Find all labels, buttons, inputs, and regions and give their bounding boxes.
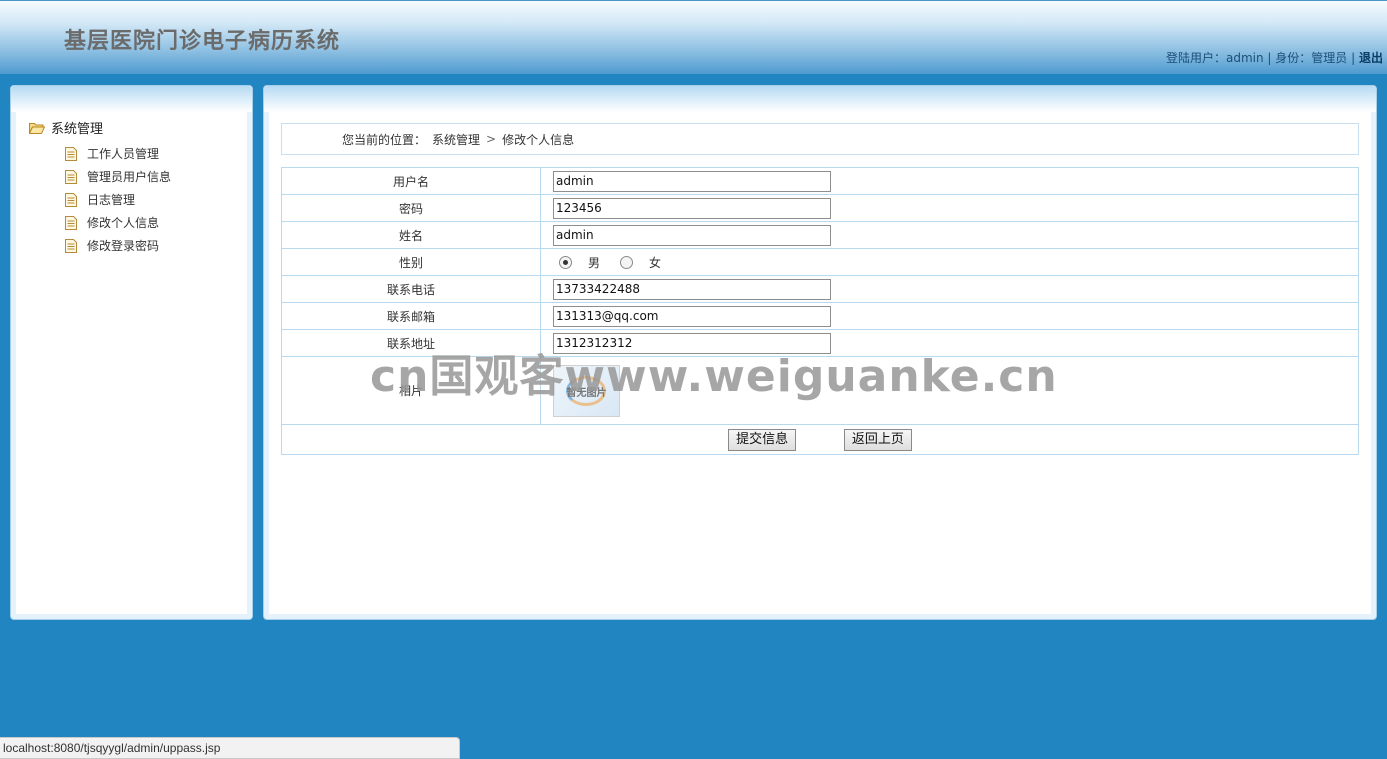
document-icon (65, 146, 77, 161)
password-input[interactable] (553, 197, 831, 219)
gender-radio-group: 男 女 (553, 254, 1358, 271)
breadcrumb-level1: 系统管理 (432, 132, 481, 147)
phone-input[interactable] (553, 278, 831, 300)
name-label: 姓名 (281, 221, 541, 249)
user-info-bar: 登陆用户：admin | 身份：管理员 | 退出 (1166, 49, 1383, 66)
email-input[interactable] (553, 305, 831, 327)
name-input[interactable] (553, 224, 831, 246)
breadcrumb-prefix: 您当前的位置： (342, 132, 427, 147)
sidebar-item-edit-profile[interactable]: 修改个人信息 (65, 211, 171, 234)
gender-female-label: 女 (649, 255, 662, 270)
panel-header-strip (11, 86, 252, 112)
sidebar-root-label: 系统管理 (51, 122, 104, 137)
sidebar-item-log-management[interactable]: 日志管理 (65, 188, 171, 211)
form-row-phone: 联系电话 (281, 275, 1359, 303)
form-row-email: 联系邮箱 (281, 302, 1359, 330)
document-icon (65, 169, 77, 184)
sidebar-item-change-password[interactable]: 修改登录密码 (65, 234, 171, 257)
username-input[interactable] (553, 170, 831, 192)
form-actions-row: 提交信息 返回上页 (281, 424, 1359, 455)
sidebar-item-label: 修改登录密码 (87, 239, 160, 253)
form-row-gender: 性别 男 女 (281, 248, 1359, 276)
profile-form: 用户名 密码 姓名 性别 男 女 联系电话 (281, 167, 1359, 455)
watermark-text: cn国观客www.weiguanke.cn (370, 351, 1058, 402)
app-header: 基层医院门诊电子病历系统 登陆用户：admin | 身份：管理员 | 退出 (0, 0, 1387, 74)
gender-label: 性别 (281, 248, 541, 276)
breadcrumb: 您当前的位置： 系统管理 > 修改个人信息 (281, 123, 1359, 155)
username-label: 用户名 (281, 167, 541, 195)
document-icon (65, 215, 77, 230)
gender-male-label: 男 (588, 255, 601, 270)
gender-male-radio[interactable] (559, 255, 572, 269)
email-label: 联系邮箱 (281, 302, 541, 330)
logout-link[interactable]: 退出 (1359, 51, 1383, 65)
separator: | (1347, 51, 1359, 65)
form-row-name: 姓名 (281, 221, 1359, 249)
app-title: 基层医院门诊电子病历系统 (64, 29, 341, 54)
sidebar-item-label: 修改个人信息 (87, 216, 160, 230)
sidebar-item-label: 管理员用户信息 (87, 170, 172, 184)
document-icon (65, 192, 77, 207)
phone-label: 联系电话 (281, 275, 541, 303)
sidebar-item-staff-management[interactable]: 工作人员管理 (65, 142, 171, 165)
user-prefix: 登陆用户： (1165, 51, 1226, 65)
form-row-username: 用户名 (281, 167, 1359, 195)
panel-header-strip (264, 86, 1376, 112)
role-prefix: 身份： (1275, 51, 1312, 65)
current-role: 管理员 (1311, 51, 1348, 65)
gender-female-radio[interactable] (620, 255, 634, 269)
sidebar-panel: 系统管理 工作人员管理 管理员用户信息 日志管理 修改个人信息 修改登录密码 (10, 85, 253, 620)
sidebar-root-system-management[interactable]: 系统管理 (29, 118, 103, 137)
password-label: 密码 (281, 194, 541, 222)
sidebar-item-admin-users[interactable]: 管理员用户信息 (65, 165, 171, 188)
document-icon (65, 238, 77, 253)
back-button[interactable]: 返回上页 (843, 428, 912, 451)
browser-status-url: localhost:8080/tjsqyygl/admin/uppass.jsp (0, 737, 460, 759)
breadcrumb-level2: 修改个人信息 (502, 132, 575, 147)
open-folder-icon (29, 122, 45, 134)
form-row-password: 密码 (281, 194, 1359, 222)
sidebar-menu: 工作人员管理 管理员用户信息 日志管理 修改个人信息 修改登录密码 (65, 142, 171, 257)
sidebar-item-label: 工作人员管理 (87, 147, 160, 161)
sidebar-item-label: 日志管理 (87, 193, 136, 207)
breadcrumb-separator: > (486, 132, 497, 146)
submit-button[interactable]: 提交信息 (728, 428, 797, 451)
separator: | (1263, 51, 1276, 65)
current-username: admin (1226, 51, 1264, 65)
